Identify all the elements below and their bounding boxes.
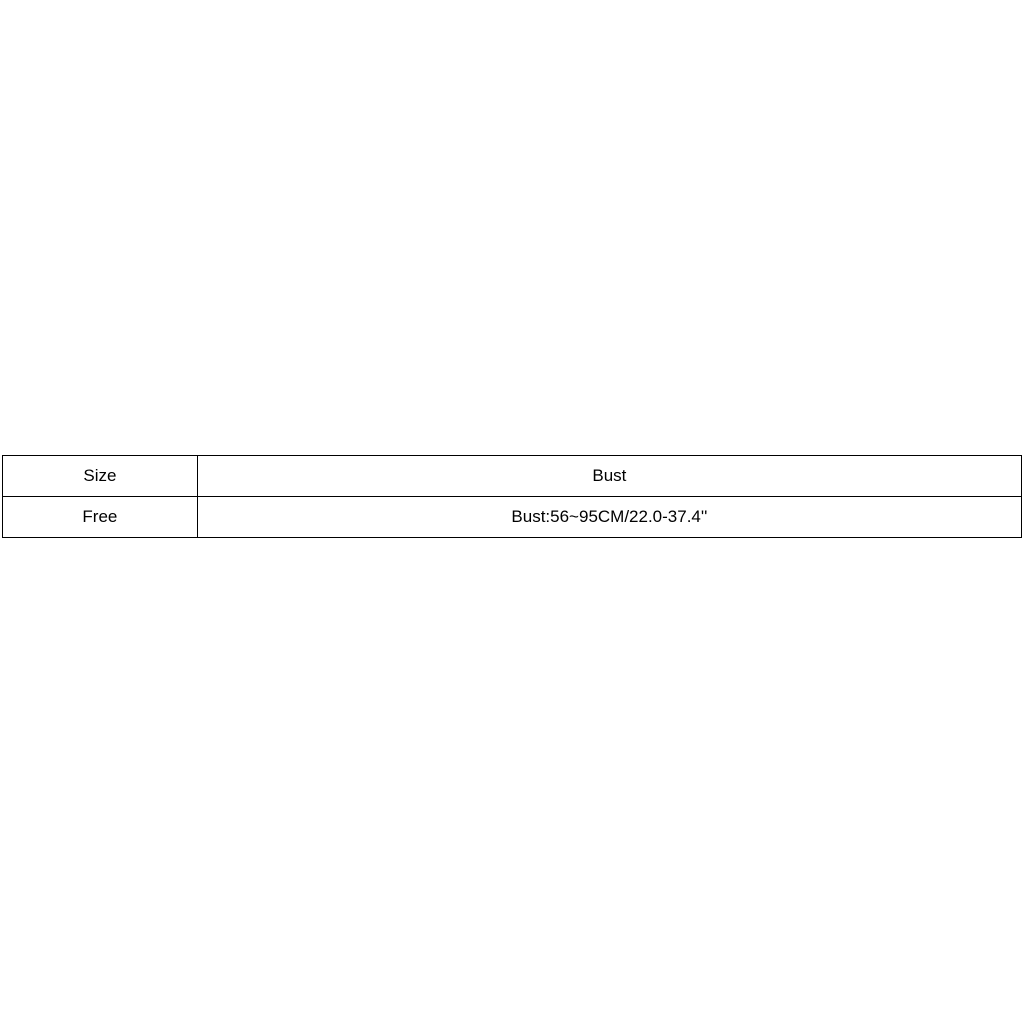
table-row: Free Bust:56~95CM/22.0-37.4'' [3,497,1022,538]
size-chart-table: Size Bust Free Bust:56~95CM/22.0-37.4'' [2,455,1022,538]
table-header-row: Size Bust [3,456,1022,497]
column-header-size: Size [3,456,198,497]
cell-size: Free [3,497,198,538]
cell-bust: Bust:56~95CM/22.0-37.4'' [197,497,1021,538]
column-header-bust: Bust [197,456,1021,497]
